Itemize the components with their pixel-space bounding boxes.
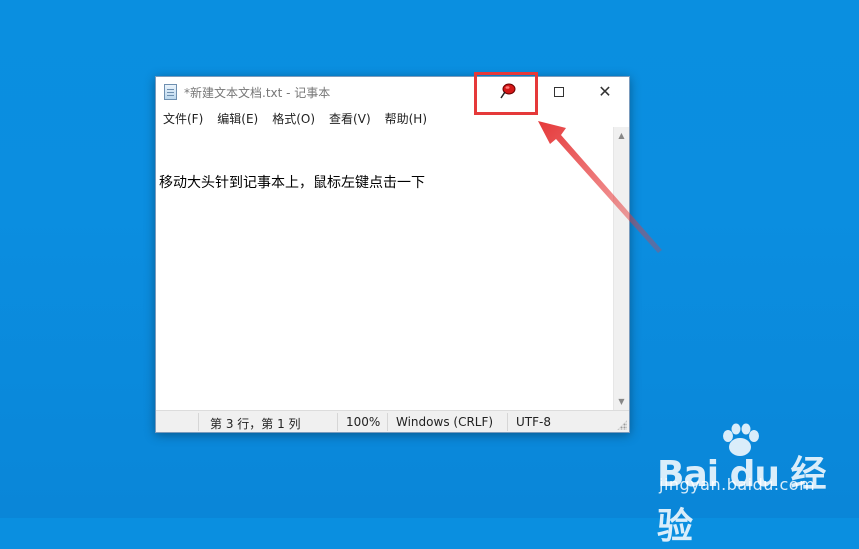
maximize-icon	[554, 87, 564, 97]
menu-edit[interactable]: 编辑(E)	[210, 107, 265, 127]
watermark-url: jingyan.baidu.com	[659, 475, 816, 494]
status-cursor-position: 第 3 行，第 1 列	[210, 417, 301, 431]
notepad-app-icon	[164, 84, 177, 100]
close-button[interactable]: ✕	[582, 77, 628, 107]
scroll-up-icon[interactable]: ▲	[616, 130, 627, 141]
baidu-jingyan-watermark: Bai du 经验 jingyan.baidu.com	[657, 423, 857, 547]
text-editor-area[interactable]: 移动大头针到记事本上，鼠标左键点击一下	[156, 127, 613, 410]
status-zoom: 100%	[346, 415, 381, 429]
menu-view[interactable]: 查看(V)	[322, 107, 378, 127]
notepad-window[interactable]: *新建文本文档.txt - 记事本 ✕ 文件(F) 编辑(E) 格式(O) 查看…	[155, 76, 630, 433]
status-divider	[337, 413, 338, 431]
menu-bar: 文件(F) 编辑(E) 格式(O) 查看(V) 帮助(H)	[156, 107, 629, 127]
status-bar: 第 3 行，第 1 列 100% Windows (CRLF) UTF-8	[156, 410, 629, 432]
status-divider	[198, 413, 199, 431]
title-bar[interactable]: *新建文本文档.txt - 记事本 ✕	[156, 77, 629, 107]
menu-file[interactable]: 文件(F)	[156, 107, 210, 127]
status-divider	[507, 413, 508, 431]
menu-help[interactable]: 帮助(H)	[378, 107, 434, 127]
maximize-button[interactable]	[536, 77, 582, 107]
watermark-logo: Bai du 经验	[657, 454, 827, 547]
scroll-down-icon[interactable]: ▼	[616, 396, 627, 407]
status-encoding: UTF-8	[516, 415, 551, 429]
resize-grip[interactable]	[617, 420, 627, 430]
menu-format[interactable]: 格式(O)	[265, 107, 322, 127]
editor-content: 移动大头针到记事本上，鼠标左键点击一下	[159, 175, 425, 191]
highlight-box	[474, 72, 538, 115]
close-icon: ✕	[598, 82, 612, 101]
status-line-ending: Windows (CRLF)	[396, 415, 494, 429]
window-title: *新建文本文档.txt - 记事本	[184, 86, 331, 100]
vertical-scrollbar[interactable]: ▲ ▼	[613, 127, 629, 410]
status-divider	[387, 413, 388, 431]
